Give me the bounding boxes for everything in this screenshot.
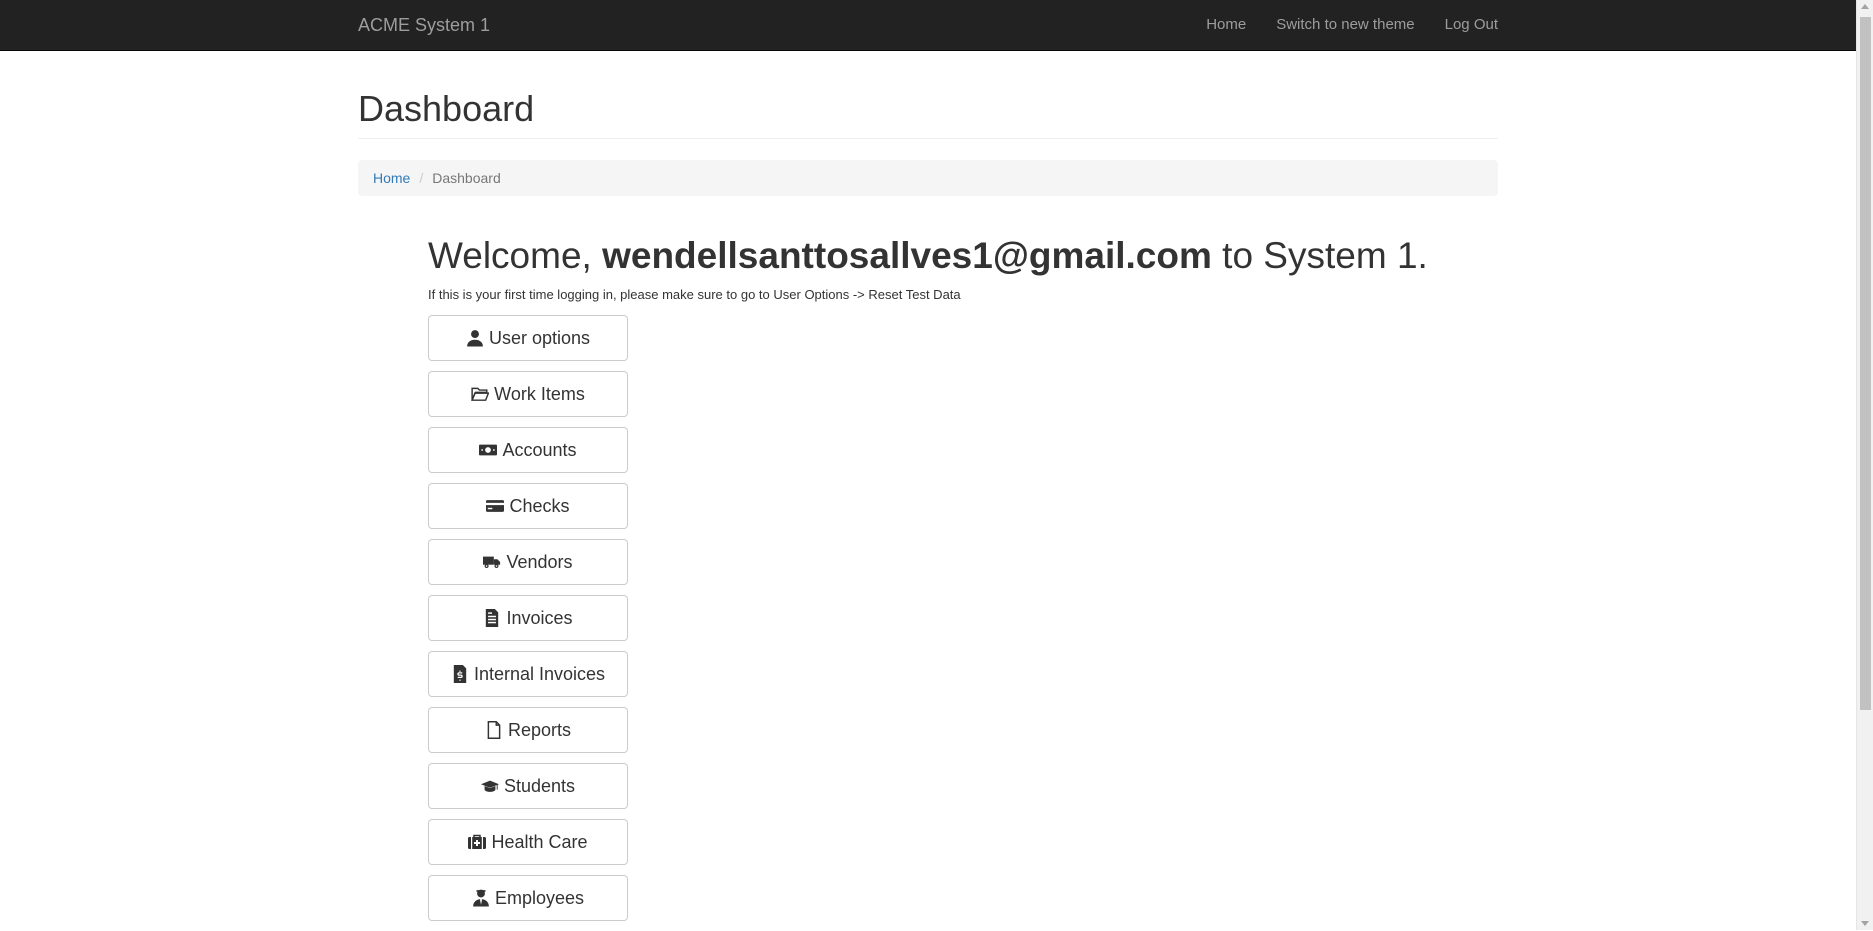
welcome-email: wendellsanttosallves1@gmail.com [602,235,1212,276]
reports-label: Reports [507,719,572,740]
scroll-up-arrow-icon[interactable] [1861,4,1869,9]
user-icon [467,330,483,347]
truck-icon [483,556,501,569]
internal-invoices-label: Internal Invoices [473,663,606,684]
breadcrumb-separator: / [419,170,424,186]
nav-switch-theme-link[interactable]: Switch to new theme [1276,16,1414,34]
scrollbar-thumb[interactable] [1860,17,1871,710]
students-label: Students [503,775,576,796]
breadcrumb-home-link[interactable]: Home [373,170,410,186]
checks-button[interactable]: Checks [428,483,628,529]
work-items-label: Work Items [494,383,585,404]
graduation-cap-icon [480,780,499,792]
work-items-button[interactable]: Work Items [428,371,628,417]
breadcrumb-current: Dashboard [432,170,501,186]
nav-home-link[interactable]: Home [1206,16,1246,34]
welcome-prefix: Welcome, [428,235,592,276]
header-divider [358,138,1498,139]
reports-button[interactable]: Reports [428,707,628,753]
money-icon [479,444,498,456]
vendors-label: Vendors [506,551,573,572]
scroll-down-arrow-icon[interactable] [1861,921,1869,926]
vendors-button[interactable]: Vendors [428,539,628,585]
file-invoice-dollar-icon [453,665,467,683]
user-tie-icon [473,889,489,907]
top-navbar: ACME System 1 Home Switch to new theme L… [0,0,1873,51]
accounts-label: Accounts [502,439,577,460]
credit-card-icon [486,500,505,512]
health-care-button[interactable]: Health Care [428,819,628,865]
first-login-note: If this is your first time logging in, p… [428,287,961,302]
user-options-label: User options [488,327,591,348]
page-title: Dashboard [358,88,535,129]
employees-button[interactable]: Employees [428,875,628,921]
user-options-button[interactable]: User options [428,315,628,361]
invoices-label: Invoices [506,607,573,628]
invoices-button[interactable]: Invoices [428,595,628,641]
vertical-scrollbar[interactable] [1856,0,1873,930]
health-care-label: Health Care [491,831,588,852]
folder-open-icon [471,387,490,401]
employees-label: Employees [494,887,585,908]
students-button[interactable]: Students [428,763,628,809]
file-text-icon [486,609,499,627]
medkit-icon [468,834,487,849]
breadcrumb: Home / Dashboard [358,160,1498,196]
dashboard-menu: User options Work Items Accounts Checks … [428,315,628,931]
brand-link[interactable]: ACME System 1 [358,14,490,36]
file-icon [487,721,501,739]
checks-label: Checks [509,495,570,516]
nav-logout-link[interactable]: Log Out [1445,16,1498,34]
internal-invoices-button[interactable]: Internal Invoices [428,651,628,697]
nav-links: Home Switch to new theme Log Out [1176,16,1498,34]
welcome-suffix: to System 1. [1222,235,1428,276]
welcome-heading: Welcome, wendellsanttosallves1@gmail.com… [428,233,1428,279]
accounts-button[interactable]: Accounts [428,427,628,473]
